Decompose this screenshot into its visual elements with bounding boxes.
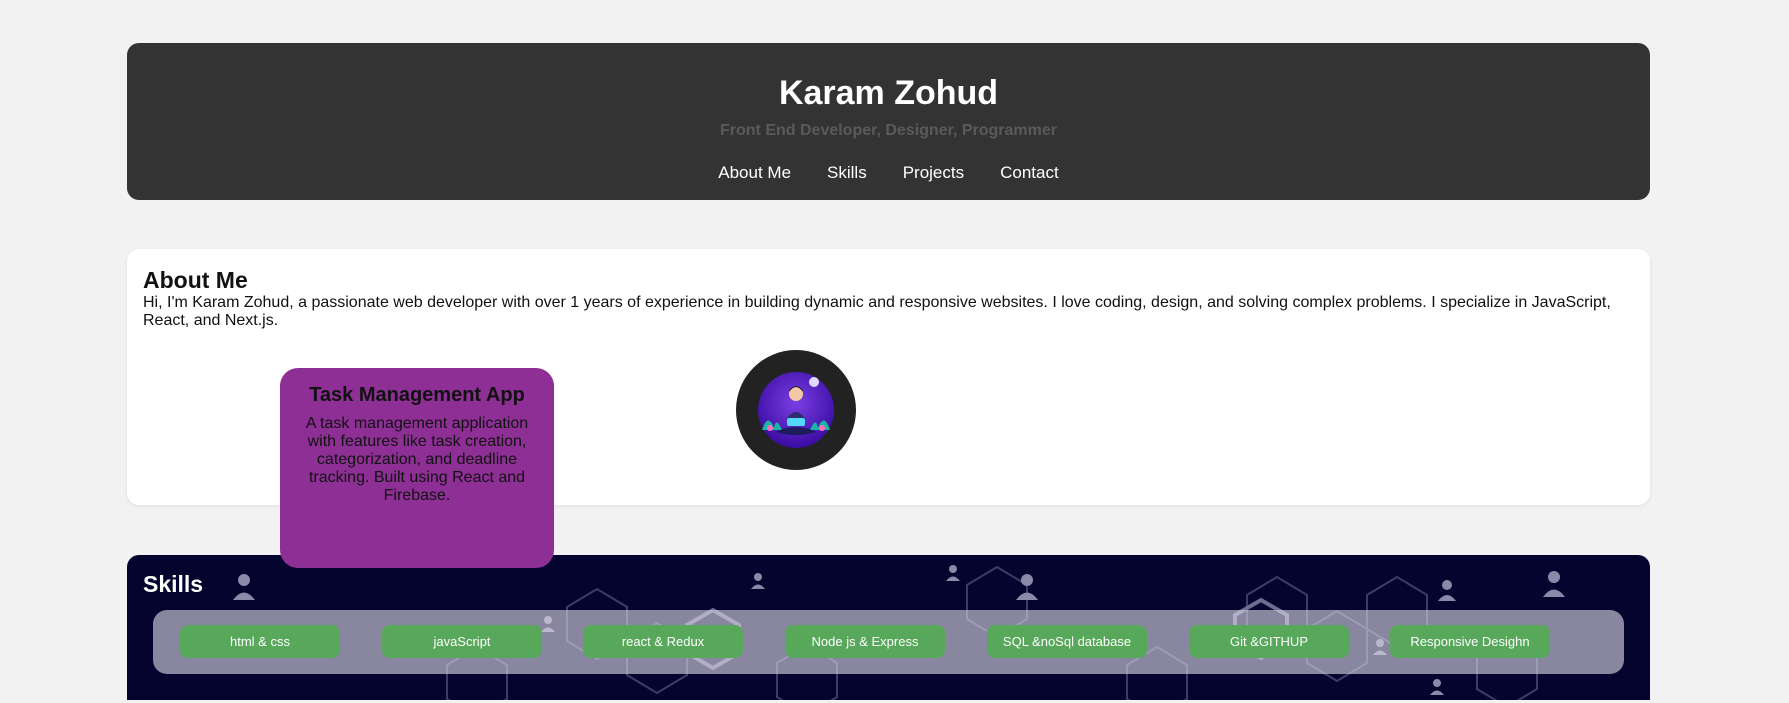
- nav-link-projects[interactable]: Projects: [903, 163, 964, 183]
- skill-javascript[interactable]: javaScript: [382, 625, 542, 658]
- skill-html-css[interactable]: html & css: [180, 625, 340, 658]
- skills-heading: Skills: [143, 571, 204, 597]
- meditating-developer-icon: [758, 372, 834, 448]
- site-header: Karam Zohud Front End Developer, Designe…: [127, 43, 1650, 200]
- nav-link-skills[interactable]: Skills: [827, 163, 867, 183]
- main-nav: About Me Skills Projects Contact: [127, 163, 1650, 183]
- page: Karam Zohud Front End Developer, Designe…: [0, 0, 1789, 703]
- skill-react-redux[interactable]: react & Redux: [583, 625, 743, 658]
- site-title: Karam Zohud: [778, 74, 999, 112]
- avatar: [736, 350, 856, 470]
- skill-sql-nosql[interactable]: SQL &noSql database: [987, 625, 1147, 658]
- about-text: Hi, I'm Karam Zohud, a passionate web de…: [143, 294, 1611, 329]
- nav-link-contact[interactable]: Contact: [1000, 163, 1059, 183]
- about-heading: About Me: [143, 267, 248, 293]
- skill-responsive-design[interactable]: Responsive Desighn: [1390, 625, 1550, 658]
- project-title: Task Management App: [309, 384, 525, 406]
- site-subtitle: Front End Developer, Designer, Programme…: [720, 122, 1057, 139]
- nav-link-about-me[interactable]: About Me: [718, 163, 791, 183]
- skill-git-github[interactable]: Git &GITHUP: [1189, 625, 1349, 658]
- skills-section: Skills html & css javaScript react & Red…: [127, 555, 1650, 700]
- project-description: A task management application with featu…: [305, 415, 529, 504]
- project-card[interactable]: Task Management App A task management ap…: [280, 368, 554, 568]
- skills-list: html & css javaScript react & Redux Node…: [153, 610, 1624, 674]
- skill-node-express[interactable]: Node js & Express: [785, 625, 945, 658]
